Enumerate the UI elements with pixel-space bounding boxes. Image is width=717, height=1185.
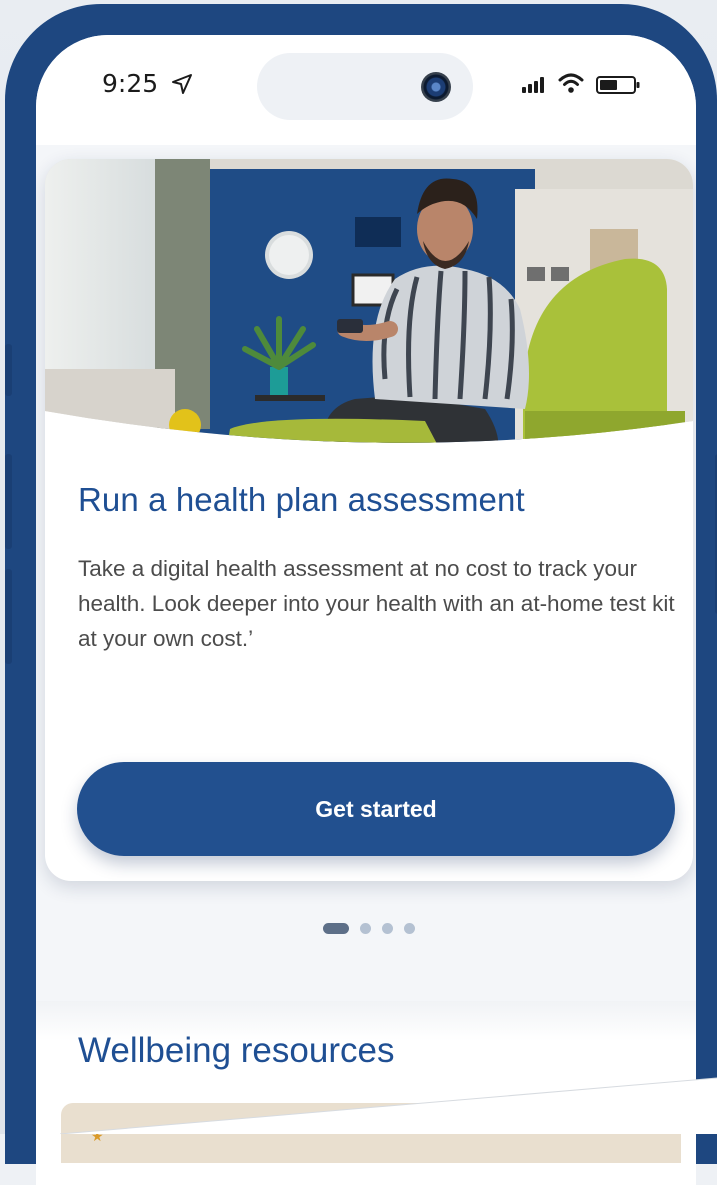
phone-side-button [5, 344, 12, 396]
hero-title: Run a health plan assessment [78, 481, 525, 518]
carousel-pagination[interactable] [323, 923, 415, 934]
hero-photo [45, 159, 693, 443]
camera-icon [421, 72, 451, 102]
dynamic-island [257, 53, 473, 120]
status-time: 9:25 [102, 69, 159, 98]
page-curl-overlay [59, 1077, 717, 1134]
carousel-dot-2[interactable] [360, 923, 371, 934]
get-started-button[interactable]: Get started [77, 762, 675, 856]
wifi-icon [558, 73, 584, 93]
battery-icon [596, 76, 640, 94]
carousel-dot-1[interactable] [323, 923, 349, 934]
signal-icon [522, 77, 544, 93]
hero-description: Take a digital health assessment at no c… [78, 556, 675, 651]
status-bar: 9:25 [36, 35, 696, 145]
phone-frame: 9:25 Run a health plan assessment Take a… [5, 4, 717, 1185]
volume-down-button [5, 569, 12, 664]
health-assessment-card: Run a health plan assessment Take a digi… [45, 159, 693, 881]
volume-up-button [5, 454, 12, 549]
carousel-dot-3[interactable] [382, 923, 393, 934]
carousel-dot-4[interactable] [404, 923, 415, 934]
phone-screen: 9:25 Run a health plan assessment Take a… [36, 35, 696, 1185]
location-arrow-icon [172, 74, 192, 94]
